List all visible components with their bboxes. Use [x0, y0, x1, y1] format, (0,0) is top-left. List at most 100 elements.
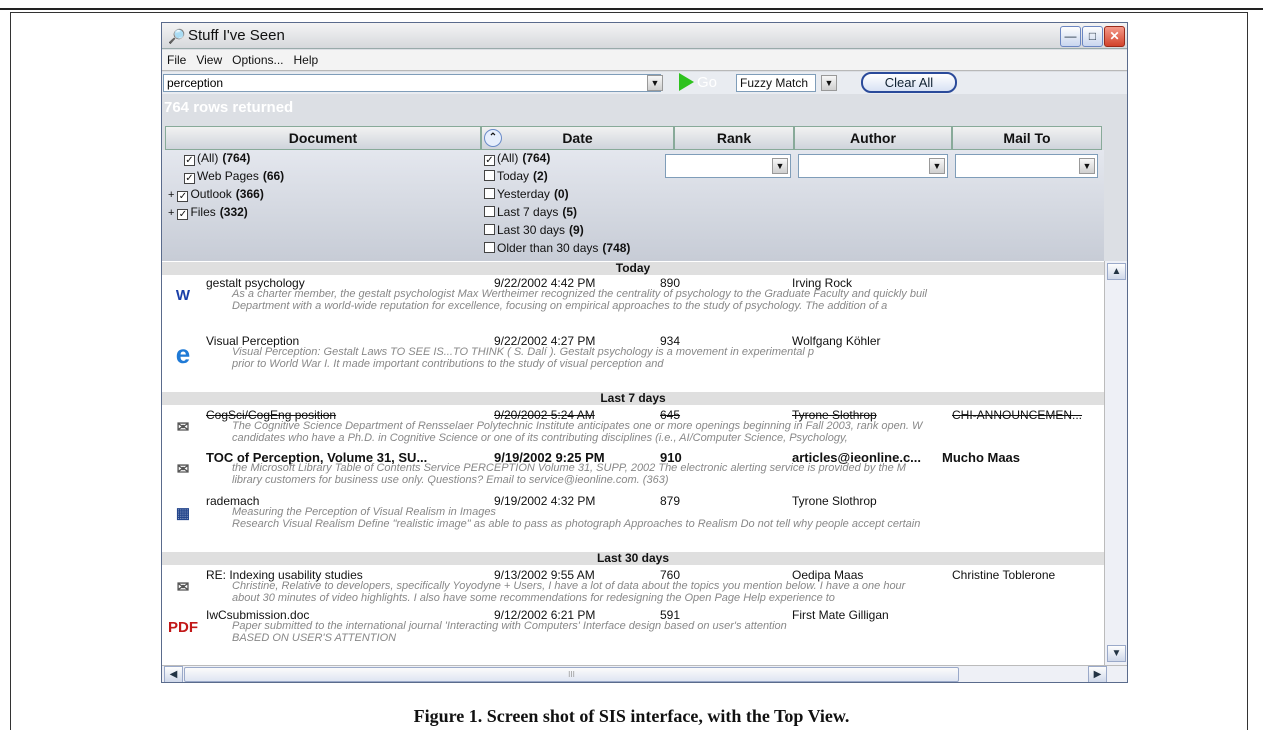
row-count-status: 764 rows returned — [164, 99, 294, 116]
result-snippet: prior to World War I. It made important … — [232, 358, 664, 370]
horizontal-scrollbar[interactable]: ◀ III ▶ — [162, 665, 1127, 682]
filter-count: (764) — [222, 151, 251, 165]
checkbox[interactable]: ✓ — [177, 209, 189, 220]
result-mail-to[interactable]: Mucho Maas — [942, 450, 1020, 465]
chevron-down-icon: ▼ — [650, 78, 660, 88]
group-header-today: Today — [162, 262, 1104, 275]
filter-label: Web Pages — [197, 169, 259, 183]
scroll-left-button[interactable]: ◀ — [164, 666, 183, 682]
menu-options[interactable]: Options... — [227, 50, 288, 70]
checkbox[interactable] — [484, 170, 495, 181]
menu-file[interactable]: File — [162, 50, 191, 70]
document-filter-item[interactable]: ✓ (All) (764) — [184, 151, 250, 166]
app-icon: 🔎 — [168, 28, 186, 44]
result-snippet: library customers for business use only.… — [232, 474, 669, 486]
go-label: Go — [697, 73, 718, 91]
clear-all-button[interactable]: Clear All — [861, 72, 957, 93]
result-mail-to[interactable]: Christine Toblerone — [952, 568, 1055, 582]
document-filter-item[interactable]: ✓ Web Pages (66) — [184, 169, 284, 184]
chevron-down-icon: ▼ — [1111, 648, 1122, 659]
menu-help[interactable]: Help — [289, 50, 324, 70]
column-header-document[interactable]: Document — [165, 126, 481, 150]
scroll-down-button[interactable]: ▼ — [1107, 645, 1126, 662]
word-doc-icon: W — [175, 287, 191, 304]
result-snippet: BASED ON USER'S ATTENTION — [232, 632, 397, 644]
document-filter-item[interactable]: + ✓ Files (332) — [168, 205, 248, 220]
mail-to-filter-select[interactable]: ▼ — [955, 154, 1098, 178]
filter-label: Last 30 days — [497, 223, 566, 237]
mail-icon: ✉ — [176, 579, 190, 596]
match-mode-dropdown[interactable]: ▼ — [821, 75, 837, 91]
filter-count: (5) — [562, 205, 578, 219]
result-author[interactable]: First Mate Gilligan — [792, 608, 889, 622]
checkbox[interactable] — [484, 206, 495, 217]
checkbox[interactable]: ✓ — [177, 191, 189, 202]
group-header-last-7-days: Last 7 days — [162, 392, 1104, 405]
minimize-button[interactable]: — — [1060, 26, 1081, 47]
scroll-right-button[interactable]: ▶ — [1088, 666, 1107, 682]
checkbox[interactable]: ✓ — [184, 173, 195, 184]
rank-filter-select[interactable]: ▼ — [665, 154, 791, 178]
result-mail-to[interactable]: CHI-ANNOUNCEMEN... — [952, 408, 1082, 422]
expand-icon[interactable]: + — [168, 189, 174, 201]
filter-label: Files — [190, 205, 216, 219]
chevron-left-icon: ◀ — [169, 669, 178, 680]
go-button[interactable]: Go — [679, 73, 739, 93]
checkbox[interactable]: ✓ — [484, 155, 495, 166]
column-header-date[interactable]: ⌃ Date — [481, 126, 674, 150]
chevron-right-icon: ▶ — [1093, 669, 1102, 680]
chevron-down-icon[interactable]: ▼ — [772, 158, 788, 174]
date-filter-item[interactable]: Older than 30 days (748) — [484, 241, 630, 255]
sort-ascending-icon[interactable]: ⌃ — [484, 129, 502, 147]
filter-count: (2) — [533, 169, 548, 183]
figure-caption: Figure 1. Screen shot of SIS interface, … — [413, 706, 850, 726]
filter-label: Outlook — [190, 187, 232, 201]
checkbox[interactable]: ✓ — [184, 155, 195, 166]
close-icon: ✕ — [1109, 29, 1120, 43]
top-rule — [0, 8, 1263, 10]
result-snippet: the Microsoft Library Table of Contents … — [232, 462, 906, 474]
result-snippet: Department with a world-wide reputation … — [232, 300, 888, 312]
document-filter-item[interactable]: + ✓ Outlook (366) — [168, 187, 264, 202]
menu-bar: File View Options... Help — [162, 50, 1127, 71]
pdf-icon: PDF — [168, 619, 198, 636]
column-header-author[interactable]: Author — [794, 126, 952, 150]
date-filter-item[interactable]: Yesterday (0) — [484, 187, 569, 201]
web-page-icon: e — [175, 339, 191, 369]
results-list: Today Last 7 days Last 30 days Wgestalt … — [162, 261, 1104, 665]
result-snippet: about 30 minutes of video highlights. I … — [232, 592, 835, 604]
scroll-up-button[interactable]: ▲ — [1107, 263, 1126, 280]
search-history-dropdown[interactable]: ▼ — [647, 75, 663, 91]
horizontal-scroll-thumb[interactable]: III — [184, 667, 959, 682]
result-snippet: candidates who have a Ph.D. in Cognitive… — [232, 432, 848, 444]
filter-count: (332) — [219, 205, 248, 219]
checkbox[interactable] — [484, 188, 495, 199]
result-author[interactable]: Tyrone Slothrop — [792, 494, 877, 508]
close-button[interactable]: ✕ — [1104, 26, 1125, 47]
chevron-down-icon[interactable]: ▼ — [929, 158, 945, 174]
filter-count: (0) — [553, 187, 569, 201]
date-filter-item[interactable]: Last 7 days (5) — [484, 205, 577, 219]
maximize-icon: □ — [1088, 29, 1097, 43]
result-snippet: Christine, Relative to developers, speci… — [232, 580, 906, 592]
filter-count: (9) — [569, 223, 584, 237]
vertical-scrollbar[interactable]: ▲ ▼ — [1104, 261, 1127, 665]
date-filter-item[interactable]: Today (2) — [484, 169, 548, 183]
author-filter-select[interactable]: ▼ — [798, 154, 948, 178]
checkbox[interactable] — [484, 224, 495, 235]
search-input[interactable] — [163, 74, 661, 92]
date-filter-item[interactable]: Last 30 days (9) — [484, 223, 584, 237]
checkbox[interactable] — [484, 242, 495, 253]
expand-icon[interactable]: + — [168, 207, 174, 219]
maximize-button[interactable]: □ — [1082, 26, 1103, 47]
column-header-rank[interactable]: Rank — [674, 126, 794, 150]
chevron-down-icon[interactable]: ▼ — [1079, 158, 1095, 174]
menu-view[interactable]: View — [191, 50, 227, 70]
date-filter-item[interactable]: ✓ (All) (764) — [484, 151, 550, 166]
filter-label: (All) — [497, 151, 519, 165]
match-mode-select[interactable]: Fuzzy Match — [736, 74, 816, 92]
result-snippet: Measuring the Perception of Visual Reali… — [232, 506, 496, 518]
chevron-up-icon: ▲ — [1111, 266, 1122, 277]
column-header-mail-to[interactable]: Mail To — [952, 126, 1102, 150]
title-bar[interactable]: 🔎 Stuff I've Seen — □ ✕ — [162, 23, 1127, 49]
